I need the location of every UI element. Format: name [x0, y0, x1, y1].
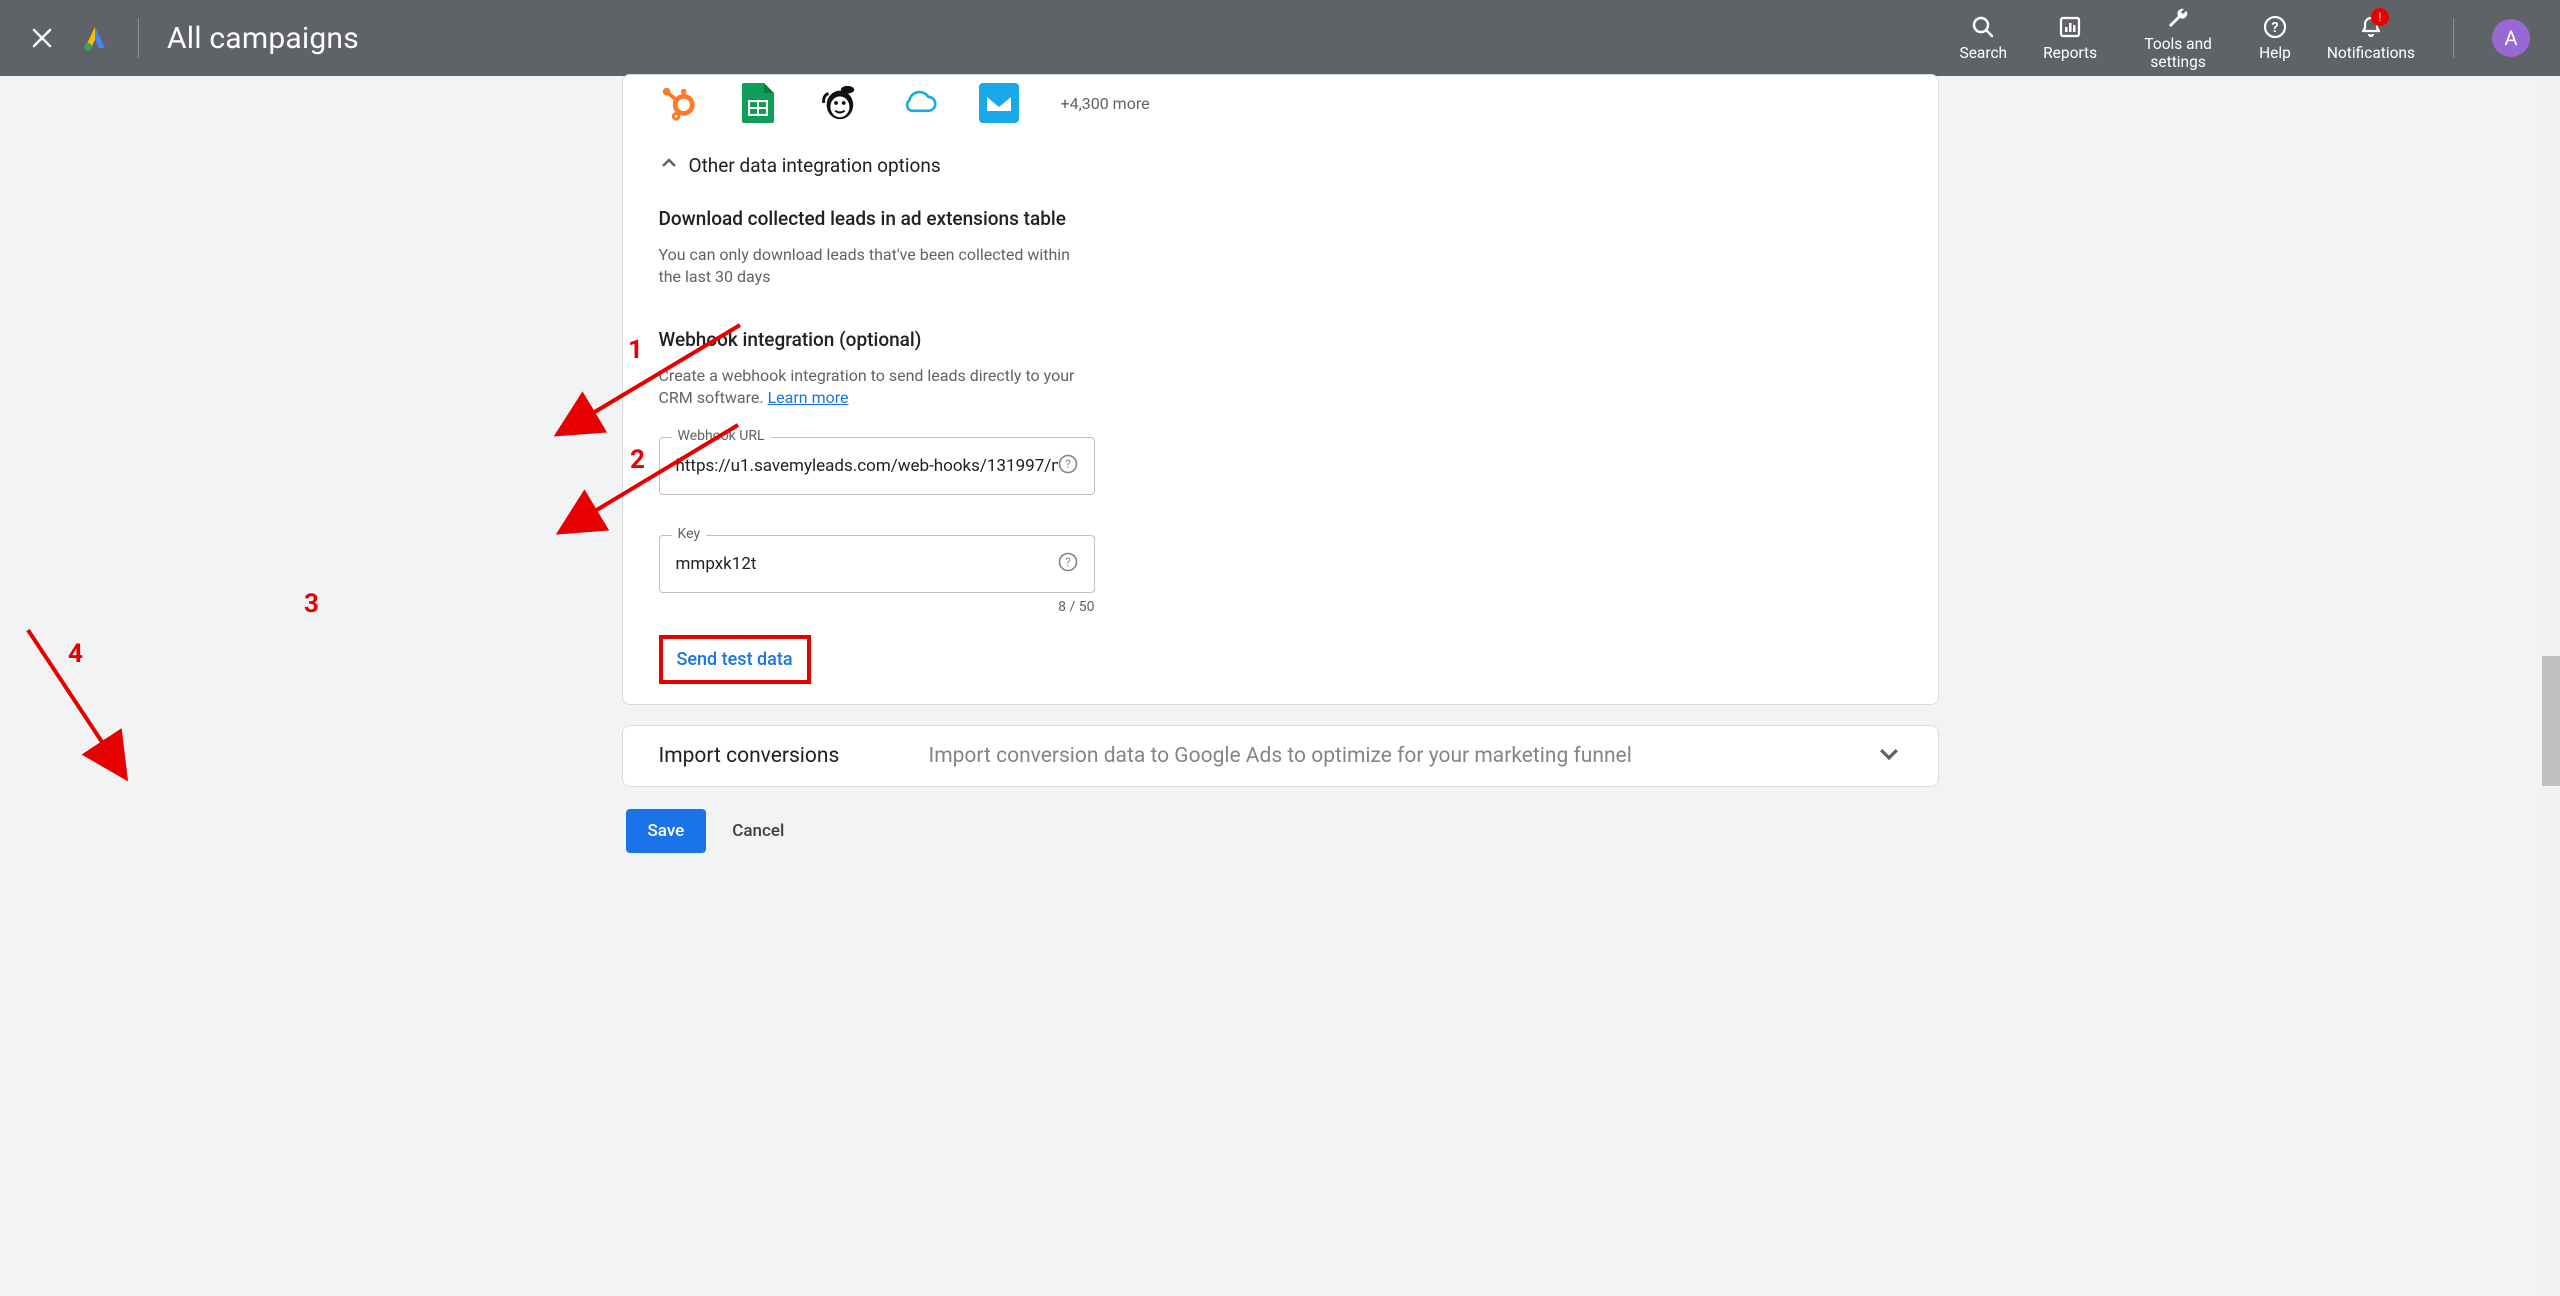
download-leads-desc: You can only download leads that've been…	[659, 244, 1079, 288]
help-button[interactable]: ? Help	[2259, 14, 2291, 62]
import-conversions-title: Import conversions	[659, 744, 929, 768]
app-header: All campaigns Search Reports Tools and s…	[0, 0, 2560, 76]
tools-label: Tools and settings	[2133, 35, 2223, 71]
annotation-number-4: 4	[68, 639, 83, 669]
svg-text:?: ?	[2272, 20, 2279, 36]
action-button-row: Save Cancel	[622, 809, 1939, 853]
key-field[interactable]: Key ?	[659, 535, 1095, 593]
notifications-label: Notifications	[2327, 44, 2415, 62]
download-leads-heading: Download collected leads in ad extension…	[659, 207, 1902, 230]
user-avatar[interactable]: A	[2492, 19, 2530, 57]
webhook-section: Webhook integration (optional) Create a …	[659, 328, 1902, 684]
divider	[2453, 18, 2454, 58]
google-ads-logo	[80, 23, 110, 53]
notifications-button[interactable]: ! Notifications	[2327, 14, 2415, 62]
svg-text:?: ?	[1065, 555, 1071, 569]
avatar-letter: A	[2504, 26, 2517, 50]
header-right: Search Reports Tools and settings ? Help…	[1959, 5, 2530, 71]
notification-badge: !	[2371, 8, 2389, 26]
cancel-button[interactable]: Cancel	[732, 821, 784, 841]
hubspot-icon[interactable]	[659, 84, 697, 122]
webhook-desc: Create a webhook integration to send lea…	[659, 365, 1079, 409]
help-label: Help	[2259, 44, 2291, 62]
integration-icons-row: +4,300 more	[659, 75, 1902, 123]
learn-more-link[interactable]: Learn more	[768, 388, 849, 407]
send-test-data-button[interactable]: Send test data	[663, 639, 807, 680]
annotation-highlight-box: Send test data	[659, 635, 811, 684]
google-sheets-icon[interactable]	[739, 84, 777, 122]
svg-text:?: ?	[1065, 457, 1071, 471]
key-label: Key	[672, 526, 707, 542]
expander-label: Other data integration options	[689, 154, 941, 177]
reports-label: Reports	[2043, 44, 2097, 62]
scrollbar-track[interactable]	[2542, 76, 2560, 1296]
webhook-url-field[interactable]: Webhook URL ?	[659, 437, 1095, 495]
reports-button[interactable]: Reports	[2043, 14, 2097, 62]
search-label: Search	[1959, 44, 2007, 62]
lead-form-card: +4,300 more Other data integration optio…	[622, 74, 1939, 705]
search-button[interactable]: Search	[1959, 14, 2007, 62]
webhook-desc-text: Create a webhook integration to send lea…	[659, 366, 1075, 407]
search-icon	[1971, 14, 1995, 40]
key-char-counter: 8 / 50	[659, 599, 1095, 615]
webhook-url-label: Webhook URL	[672, 428, 771, 444]
cloud-icon[interactable]	[899, 84, 937, 122]
import-conversions-subtitle: Import conversion data to Google Ads to …	[929, 744, 1876, 768]
wrench-icon	[2166, 5, 2190, 31]
header-left: All campaigns	[30, 18, 359, 58]
tools-settings-button[interactable]: Tools and settings	[2133, 5, 2223, 71]
annotation-number-3: 3	[304, 589, 319, 619]
scrollbar-thumb[interactable]	[2542, 656, 2560, 786]
download-leads-section: Download collected leads in ad extension…	[659, 207, 1902, 288]
key-input[interactable]	[676, 554, 1058, 574]
mailchimp-icon[interactable]	[819, 84, 857, 122]
content-wrap: +4,300 more Other data integration optio…	[622, 74, 1939, 853]
email-icon[interactable]	[979, 83, 1019, 123]
help-icon[interactable]: ?	[1058, 454, 1078, 478]
help-icon[interactable]: ?	[1058, 552, 1078, 576]
webhook-heading: Webhook integration (optional)	[659, 328, 1902, 351]
other-data-integration-expander[interactable]: Other data integration options	[659, 153, 1902, 177]
reports-icon	[2058, 14, 2082, 40]
import-conversions-bar[interactable]: Import conversions Import conversion dat…	[622, 725, 1939, 787]
chevron-up-icon	[659, 153, 679, 177]
integrations-more-label[interactable]: +4,300 more	[1061, 94, 1150, 113]
divider	[138, 18, 139, 58]
chevron-down-icon	[1876, 741, 1902, 771]
page-title: All campaigns	[167, 21, 359, 56]
webhook-url-input[interactable]	[676, 456, 1058, 476]
help-icon: ?	[2263, 14, 2287, 40]
save-button[interactable]: Save	[626, 809, 707, 853]
bell-icon: !	[2359, 14, 2383, 40]
close-button[interactable]	[30, 26, 54, 50]
